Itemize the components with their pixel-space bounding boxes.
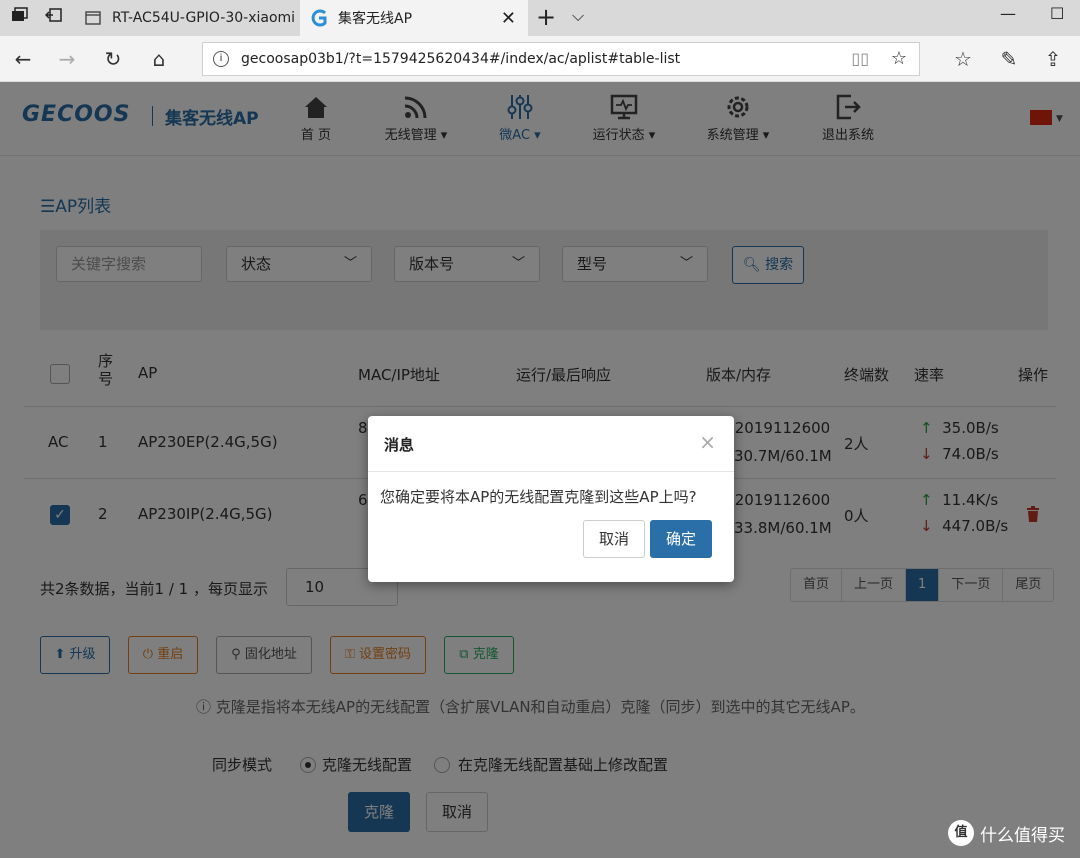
tab-gecoos[interactable]: 集客无线AP ✕ <box>300 0 528 36</box>
back-icon[interactable]: ← <box>10 46 36 72</box>
tab-manager-icon[interactable] <box>8 6 32 30</box>
dialog-cancel-button[interactable]: 取消 <box>583 520 645 558</box>
dialog-header: 消息 × <box>368 416 734 472</box>
close-icon[interactable]: ✕ <box>501 8 516 29</box>
tab-router[interactable]: RT-AC54U-GPIO-30-xiaomi <box>74 0 298 36</box>
page-icon <box>85 11 101 25</box>
gecoos-favicon <box>311 9 327 27</box>
forward-icon[interactable]: → <box>54 46 80 72</box>
share-icon[interactable]: ⇪ <box>1040 46 1066 72</box>
watermark: 值 什么值得买 <box>948 820 1065 846</box>
browser-tab-bar: RT-AC54U-GPIO-30-xiaomi 集客无线AP ✕ + ⌵ — ☐ <box>0 0 1080 36</box>
star-icon[interactable]: ☆ <box>891 43 907 75</box>
web-page: GECOOS 集客无线AP 首 页 无线管理 ▾ 微AC ▾ 运行状态 ▾ 系统… <box>0 82 1080 858</box>
refresh-icon[interactable]: ↻ <box>100 46 126 72</box>
watermark-logo-icon: 值 <box>948 820 974 846</box>
reading-view-icon[interactable]: ▯▯ <box>851 43 869 75</box>
favorites-icon[interactable]: ☆ <box>950 46 976 72</box>
chevron-down-icon[interactable]: ⌵ <box>572 6 584 26</box>
dialog-message: 您确定要将本AP的无线配置克隆到这些AP上吗? <box>380 488 697 506</box>
info-icon[interactable]: i <box>213 51 229 67</box>
home-icon[interactable]: ⌂ <box>146 46 172 72</box>
tab-title: RT-AC54U-GPIO-30-xiaomi <box>112 10 296 26</box>
watermark-text: 什么值得买 <box>980 825 1065 846</box>
dialog-ok-button[interactable]: 确定 <box>650 520 712 558</box>
address-bar[interactable]: i gecoosap03b1/?t=1579425620434#/index/a… <box>202 42 920 76</box>
tab-title: 集客无线AP <box>338 11 413 27</box>
close-icon[interactable]: × <box>699 430 716 454</box>
browser-nav-bar: ← → ↻ ⌂ i gecoosap03b1/?t=1579425620434#… <box>0 36 1080 82</box>
back-tab-icon[interactable] <box>42 6 66 30</box>
address-text: gecoosap03b1/?t=1579425620434#/index/ac/… <box>241 51 681 67</box>
dialog-title: 消息 <box>384 436 415 454</box>
minimize-icon[interactable]: — <box>1000 4 1016 23</box>
pen-icon[interactable]: ✎ <box>996 46 1022 72</box>
maximize-icon[interactable]: ☐ <box>1050 4 1064 23</box>
confirm-dialog: 消息 × 您确定要将本AP的无线配置克隆到这些AP上吗? 取消 确定 <box>368 416 734 582</box>
new-tab-icon[interactable]: + <box>536 3 556 31</box>
